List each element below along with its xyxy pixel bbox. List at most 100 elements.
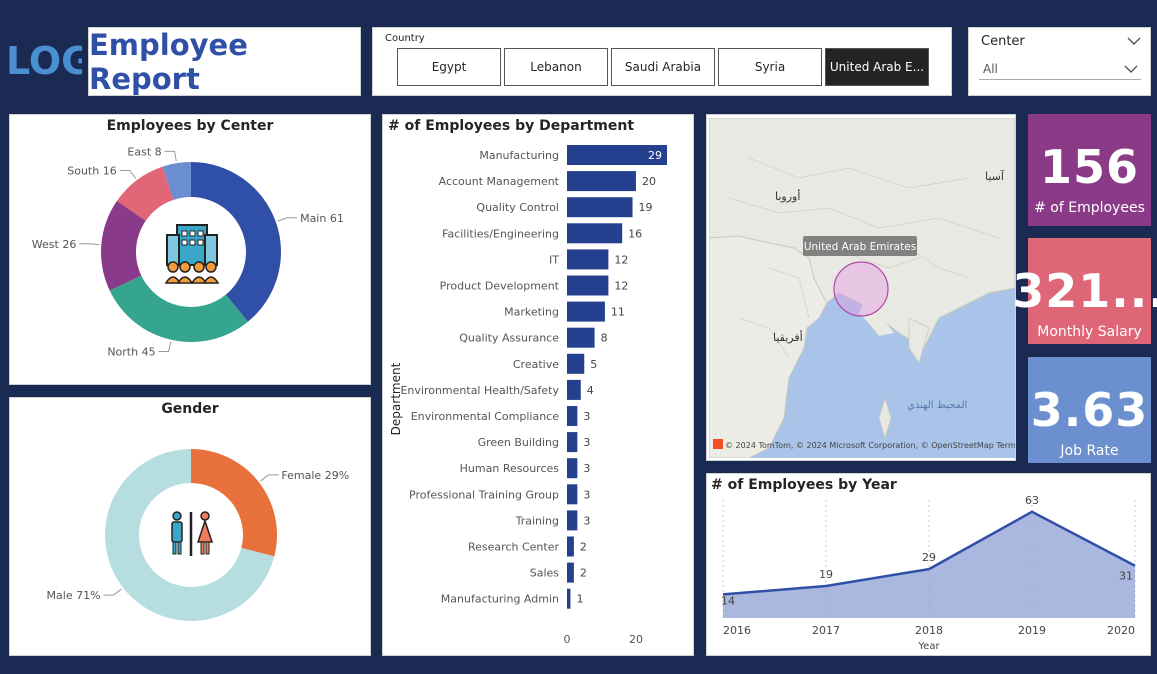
- center-leader-north: [158, 341, 172, 353]
- restroom-icon: [167, 510, 215, 558]
- dept-label-facilities-engineering: Facilities/Engineering: [442, 227, 559, 240]
- map-label-asia: آسيا: [985, 169, 1005, 183]
- dept-value-green-building: 3: [583, 436, 590, 449]
- year-xtick-2018: 2018: [915, 624, 943, 637]
- dept-label-human-resources: Human Resources: [460, 462, 560, 475]
- dept-label-it: IT: [549, 253, 559, 266]
- logo-text: LOGO: [6, 39, 82, 82]
- center-label-main: Main 61: [300, 212, 344, 225]
- dept-value-manufacturing: 29: [648, 149, 662, 162]
- microsoft-logo-icon: [713, 439, 723, 449]
- dept-value-product-development: 12: [614, 280, 628, 293]
- year-value-2016: 14: [721, 594, 735, 607]
- map-label-europe: أوروبا: [775, 189, 800, 203]
- dept-label-sales: Sales: [530, 567, 560, 580]
- year-value-2019: 63: [1025, 496, 1039, 507]
- employees-by-department-chart[interactable]: Department Manufacturing 29 Account Managem…: [383, 137, 695, 657]
- country-option-lebanon[interactable]: Lebanon: [504, 48, 608, 86]
- dept-axis-title: Department: [389, 362, 403, 435]
- dept-bar-professional-training-group[interactable]: [567, 484, 578, 505]
- dept-bar-environmental-health-safety[interactable]: [567, 379, 581, 400]
- dept-value-it: 12: [614, 253, 628, 266]
- employees-by-center-title: Employees by Center: [106, 118, 274, 134]
- dept-label-quality-assurance: Quality Assurance: [459, 332, 559, 345]
- dept-value-quality-control: 19: [639, 201, 653, 214]
- dept-label-product-development: Product Development: [440, 280, 560, 293]
- dept-bar-creative[interactable]: [567, 353, 585, 374]
- dept-bar-quality-control[interactable]: [567, 197, 633, 218]
- center-slice-north[interactable]: [109, 275, 248, 342]
- dept-value-quality-assurance: 8: [601, 332, 608, 345]
- gender-leader-female: [260, 474, 279, 482]
- dept-label-professional-training-group: Professional Training Group: [409, 488, 559, 501]
- map-tooltip: United Arab Emirates: [804, 241, 916, 253]
- dept-label-research-center: Research Center: [468, 541, 559, 554]
- kpi-salary-label: Monthly Salary: [1037, 324, 1142, 340]
- logo: LOGO: [4, 38, 125, 83]
- center-label-north: North 45: [107, 346, 155, 359]
- dept-bar-manufacturing-admin[interactable]: [567, 588, 571, 609]
- dept-value-marketing: 11: [611, 306, 625, 319]
- center-leader-south: [119, 169, 137, 179]
- dept-bar-green-building[interactable]: [567, 432, 578, 453]
- kpi-salary-value: 321...: [1012, 264, 1157, 318]
- map-bubble-uae[interactable]: [833, 261, 889, 317]
- dept-bar-it[interactable]: [567, 249, 609, 270]
- country-slicer-label: Country: [385, 33, 425, 44]
- dept-bar-facilities-engineering[interactable]: [567, 223, 623, 244]
- dept-label-training: Training: [515, 514, 559, 527]
- dept-label-quality-control: Quality Control: [476, 201, 559, 214]
- building-icon: [161, 223, 223, 285]
- employees-by-center-card: Employees by Center Main 61 North 45 West …: [9, 114, 371, 385]
- dept-bar-account-management[interactable]: [567, 171, 636, 192]
- gender-title: Gender: [161, 401, 219, 417]
- dept-bar-sales[interactable]: [567, 562, 574, 583]
- dept-bar-marketing[interactable]: [567, 301, 605, 322]
- dept-label-environmental-compliance: Environmental Compliance: [411, 410, 560, 423]
- dept-bar-product-development[interactable]: [567, 275, 609, 296]
- chevron-up-icon[interactable]: [1127, 36, 1141, 46]
- year-axis-title: Year: [917, 641, 940, 652]
- country-option-egypt[interactable]: Egypt: [397, 48, 501, 86]
- dept-label-marketing: Marketing: [504, 306, 559, 319]
- map-attribution[interactable]: © 2024 TomTom, © 2024 Microsoft Corporat…: [725, 441, 1015, 450]
- center-dropdown-value: All: [983, 62, 998, 76]
- center-leader-east: [164, 150, 177, 162]
- country-option-uae[interactable]: United Arab E...: [825, 48, 929, 86]
- year-value-2020: 31: [1119, 570, 1133, 583]
- employees-by-year-chart[interactable]: 14 2016 19 2017 29 2018 63 2019 31 2020 Year: [707, 496, 1152, 656]
- dept-xtick-20: 20: [629, 633, 643, 646]
- map-label-africa: أفريقيا: [773, 330, 803, 344]
- dept-bar-environmental-compliance[interactable]: [567, 406, 578, 426]
- country-option-saudi-arabia[interactable]: Saudi Arabia: [611, 48, 715, 86]
- dept-bar-quality-assurance[interactable]: [567, 327, 595, 348]
- kpi-employees-label: # of Employees: [1034, 200, 1145, 216]
- year-xtick-2016: 2016: [723, 624, 751, 637]
- dept-bar-research-center[interactable]: [567, 536, 574, 557]
- year-area: [723, 511, 1135, 618]
- dept-value-human-resources: 3: [583, 462, 590, 475]
- country-option-syria[interactable]: Syria: [718, 48, 822, 86]
- dept-label-creative: Creative: [513, 358, 559, 371]
- dept-value-facilities-engineering: 16: [628, 227, 642, 240]
- map-visual[interactable]: أوروبا آسيا أفريقيا المحيط الهندي United…: [709, 118, 1015, 458]
- chevron-down-icon: [1124, 65, 1138, 73]
- center-slicer-label: Center: [981, 34, 1025, 49]
- center-slicer: Center All: [968, 27, 1151, 96]
- center-dropdown[interactable]: All: [979, 58, 1141, 80]
- gender-label-male: Male 71%: [47, 589, 101, 602]
- kpi-jobrate-label: Job Rate: [1060, 443, 1119, 459]
- year-value-2017: 19: [819, 568, 833, 581]
- kpi-salary-card: 321... Monthly Salary: [1012, 238, 1157, 344]
- dept-value-training: 3: [583, 514, 590, 527]
- dept-bar-training[interactable]: [567, 510, 578, 531]
- country-slicer: Country Egypt Lebanon Saudi Arabia Syria…: [372, 27, 952, 96]
- dept-value-environmental-health-safety: 4: [587, 384, 594, 397]
- page-title: Employee Report: [89, 27, 248, 96]
- dept-label-environmental-health-safety: Environmental Health/Safety: [400, 384, 559, 397]
- report-title-box: Employee Report: [88, 27, 361, 96]
- dept-bar-human-resources[interactable]: [567, 458, 578, 479]
- center-leader-west: [79, 243, 100, 246]
- dept-value-environmental-compliance: 3: [583, 410, 590, 423]
- kpi-jobrate-value: 3.63: [1030, 383, 1149, 437]
